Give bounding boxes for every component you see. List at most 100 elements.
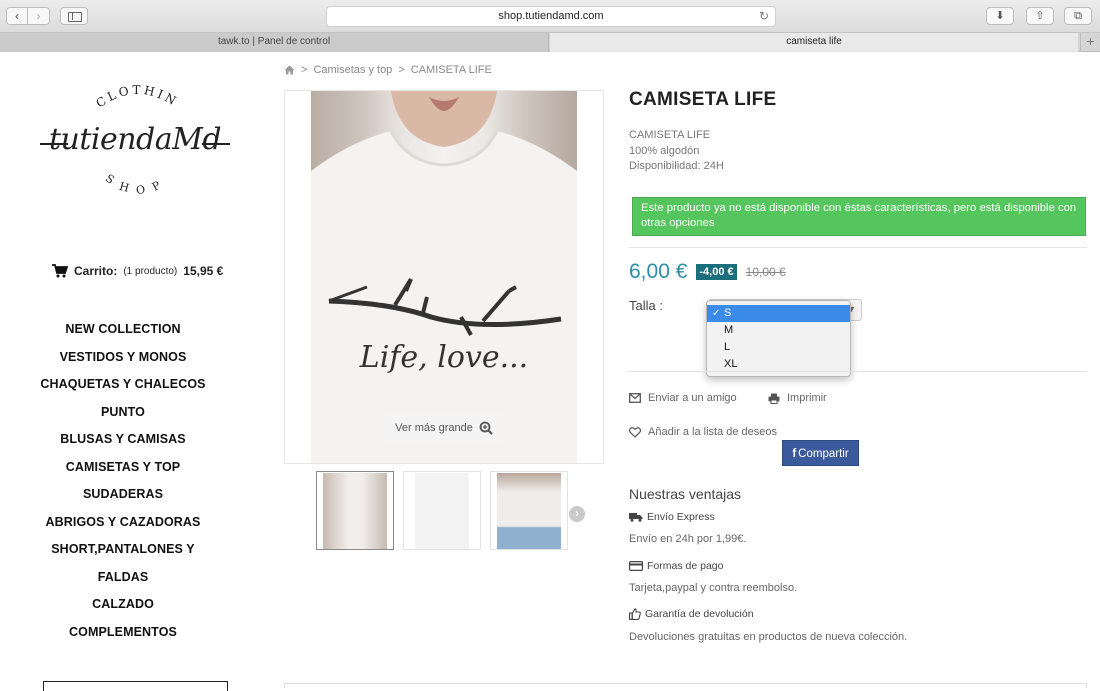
forward-icon[interactable]: › [28,7,50,25]
thumbnail-1[interactable] [316,471,394,550]
chevron-right-icon[interactable]: › [569,506,585,522]
thumbnail-1-image [323,472,387,549]
home-icon[interactable] [284,65,295,75]
share-label: Compartir [798,448,849,460]
shop-logo[interactable]: CLOTHING SHOP tutiendaMd [24,61,240,222]
description-material: 100% algodón [629,144,700,157]
product-title: CAMISETA LIFE [629,89,777,110]
reload-icon[interactable]: ↻ [759,7,769,26]
divider [629,247,1087,248]
category-chaquetas[interactable]: CHAQUETAS Y CHALECOS [28,371,218,399]
svg-text:CLOTHING: CLOTHING [30,72,181,110]
thumbnail-2[interactable] [403,471,481,550]
payment-heading-label: Formas de pago [647,560,724,572]
browser-toolbar: ‹ › shop.tutiendamd.com ↻ ⬇ ⇧ ⧉ [0,0,1100,33]
breadcrumb-separator-1: > [301,64,308,76]
sidebar-block [43,681,228,691]
size-option-label: M [724,324,734,336]
wishlist-link[interactable]: Añadir a la lista de deseos [629,426,777,438]
returns-heading: Garantía de devolución [629,608,754,620]
shipping-heading: Envío Express [629,511,715,523]
enlarge-image-button[interactable]: Ver más grande [385,412,503,443]
wishlist-label: Añadir a la lista de deseos [648,426,778,438]
payment-text: Tarjeta,paypal y contra reembolso. [629,582,798,594]
size-option-l[interactable]: L [707,339,850,356]
availability-alert: Este producto ya no está disponible con … [632,197,1086,236]
share-icon[interactable]: ⇧ [1026,7,1054,25]
facebook-share-button[interactable]: f Compartir [782,440,859,466]
category-complementos[interactable]: COMPLEMENTOS [28,619,218,647]
svg-text:SHOP: SHOP [103,172,170,198]
zoom-in-icon [479,421,493,435]
cart-total: 15,95 € [183,264,224,278]
payment-heading: Formas de pago [629,560,723,572]
logo-bottom-text: SHOP [103,172,161,198]
breadcrumb-current: CAMISETA LIFE [410,64,492,76]
product-photo: Life, love... [311,91,577,463]
cart-label: Carrito: [74,264,118,278]
category-menu: NEW COLLECTION VESTIDOS Y MONOS CHAQUETA… [28,316,218,646]
logo-main-text: tutiendaMd [48,122,222,157]
send-to-friend-link[interactable]: Enviar a un amigo [629,392,737,404]
thumbnail-3[interactable] [490,471,568,550]
shipping-text: Envío en 24h por 1,99€. [629,533,747,545]
thumbnail-3-image [497,472,561,549]
category-calzado[interactable]: CALZADO [28,591,218,619]
cart-summary[interactable]: Carrito: (1 producto) 15,95 € [52,264,223,278]
product-main-image[interactable]: Life, love... [284,90,604,464]
category-vestidos[interactable]: VESTIDOS Y MONOS [28,344,218,372]
logo-top-text: CLOTHING [24,61,178,110]
sidebar-toggle-icon[interactable] [60,7,88,25]
size-option-label: L [724,341,731,353]
new-tab-icon[interactable]: + [1080,33,1100,52]
truck-icon [629,513,643,522]
breadcrumb: > Camisetas y top > CAMISETA LIFE [284,64,492,76]
returns-heading-label: Garantía de devolución [645,608,754,620]
category-short-pantalones[interactable]: SHORT,PANTALONES Y [28,536,218,564]
print-link[interactable]: Imprimir [768,392,827,404]
product-description: CAMISETA LIFE 100% algodón Disponibilida… [629,128,724,175]
size-option-m[interactable]: M [707,322,850,339]
divider [629,371,1087,372]
current-price: 6,00 € [629,260,688,283]
price-row: 6,00 € -4,00 € 10,00 € [629,260,786,284]
downloads-icon[interactable]: ⬇ [986,7,1014,25]
cart-count: (1 producto) [123,265,178,277]
size-option-s[interactable]: ✓ S [707,305,850,322]
section-border [284,683,1087,688]
checkmark-icon: ✓ [712,308,721,319]
back-icon[interactable]: ‹ [6,7,28,25]
description-availability: Disponibilidad: 24H [629,160,724,172]
advantages-title: Nuestras ventajas [629,486,742,502]
size-option-label: XL [724,358,738,370]
category-sudaderas[interactable]: SUDADERAS [28,481,218,509]
category-blusas[interactable]: BLUSAS Y CAMISAS [28,426,218,454]
tshirt-print-text: Life, love... [359,340,528,375]
category-abrigos[interactable]: ABRIGOS Y CAZADORAS [28,509,218,537]
tab-tawk[interactable]: tawk.to | Panel de control [0,33,549,52]
breadcrumb-separator-2: > [398,64,405,76]
breadcrumb-category[interactable]: Camisetas y top [313,64,392,76]
facebook-icon: f [792,448,797,460]
size-dropdown-menu: ✓ S M L XL [706,300,851,377]
category-faldas[interactable]: FALDAS [28,564,218,592]
credit-card-icon [629,561,643,571]
send-to-friend-label: Enviar a un amigo [648,392,737,404]
category-punto[interactable]: PUNTO [28,399,218,427]
returns-text: Devoluciones gratuitas en productos de n… [629,631,908,643]
category-new-collection[interactable]: NEW COLLECTION [28,316,218,344]
thumbnail-strip [316,471,568,550]
tshirt-illustration: Life, love... [311,91,577,463]
thumbnail-2-image [415,472,469,549]
heart-icon [629,426,641,438]
envelope-icon [629,393,641,403]
address-bar[interactable]: shop.tutiendamd.com ↻ [326,6,776,27]
tabs-overview-icon[interactable]: ⧉ [1064,7,1092,25]
tab-camiseta-life[interactable]: camiseta life [550,33,1078,52]
url-text: shop.tutiendamd.com [498,10,604,22]
discount-badge: -4,00 € [696,264,737,280]
size-label: Talla : [629,298,663,313]
category-camisetas[interactable]: CAMISETAS Y TOP [28,454,218,482]
description-name: CAMISETA LIFE [629,129,711,141]
enlarge-label: Ver más grande [395,421,473,434]
